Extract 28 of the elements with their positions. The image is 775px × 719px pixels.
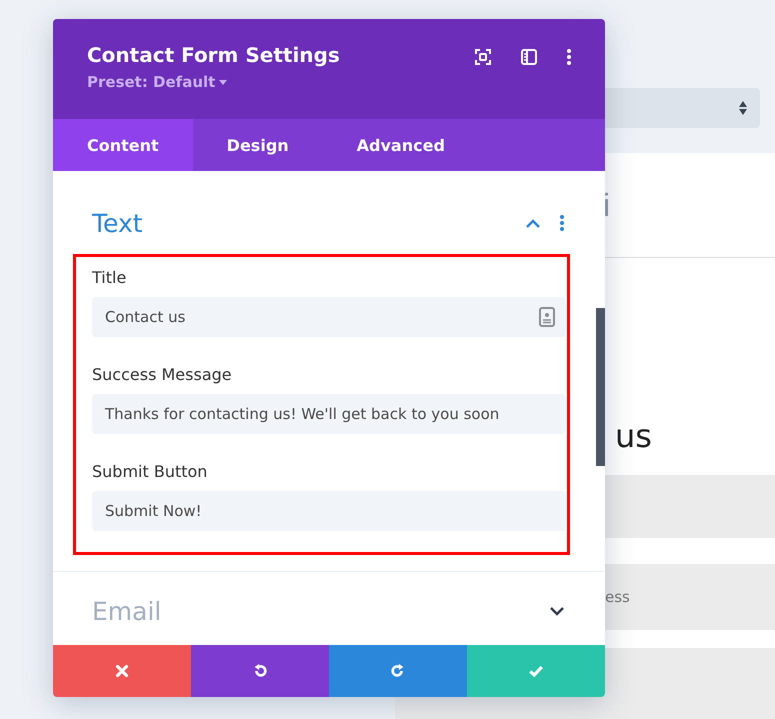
preset-dropdown[interactable]: Preset: Default (87, 73, 216, 91)
close-icon (114, 663, 130, 679)
tab[interactable]: Content (53, 119, 193, 171)
panel-title: Contact Form Settings (87, 43, 340, 67)
check-icon (528, 663, 544, 679)
undo-icon (252, 663, 268, 679)
caret-icon[interactable] (219, 80, 228, 84)
field-label: Submit Button (92, 462, 208, 481)
tab[interactable]: Design (192, 119, 323, 171)
form-title: us (615, 417, 652, 455)
section-title[interactable]: Text (92, 208, 143, 238)
chevron-down-icon[interactable] (550, 606, 564, 616)
input-field[interactable]: Thanks for contacting us! We'll get back to you soon (92, 394, 566, 434)
dynamic-content-icon[interactable] (539, 307, 555, 327)
updown-icon (738, 100, 748, 116)
redo-icon (390, 663, 406, 679)
field-label: Title (92, 268, 128, 287)
input-field[interactable]: Submit Now! (92, 491, 566, 531)
chevron-up-icon[interactable] (526, 218, 540, 228)
heading-text: i (603, 186, 610, 224)
scrollbar[interactable] (596, 308, 605, 466)
focus-icon[interactable] (475, 49, 491, 65)
field-label: Success Message (92, 365, 233, 384)
more-icon[interactable] (560, 215, 564, 231)
tab[interactable]: Advanced (322, 119, 479, 171)
input-field[interactable]: Contact us (92, 297, 566, 337)
more-icon[interactable] (567, 49, 571, 65)
sidebar-icon[interactable] (521, 49, 537, 65)
